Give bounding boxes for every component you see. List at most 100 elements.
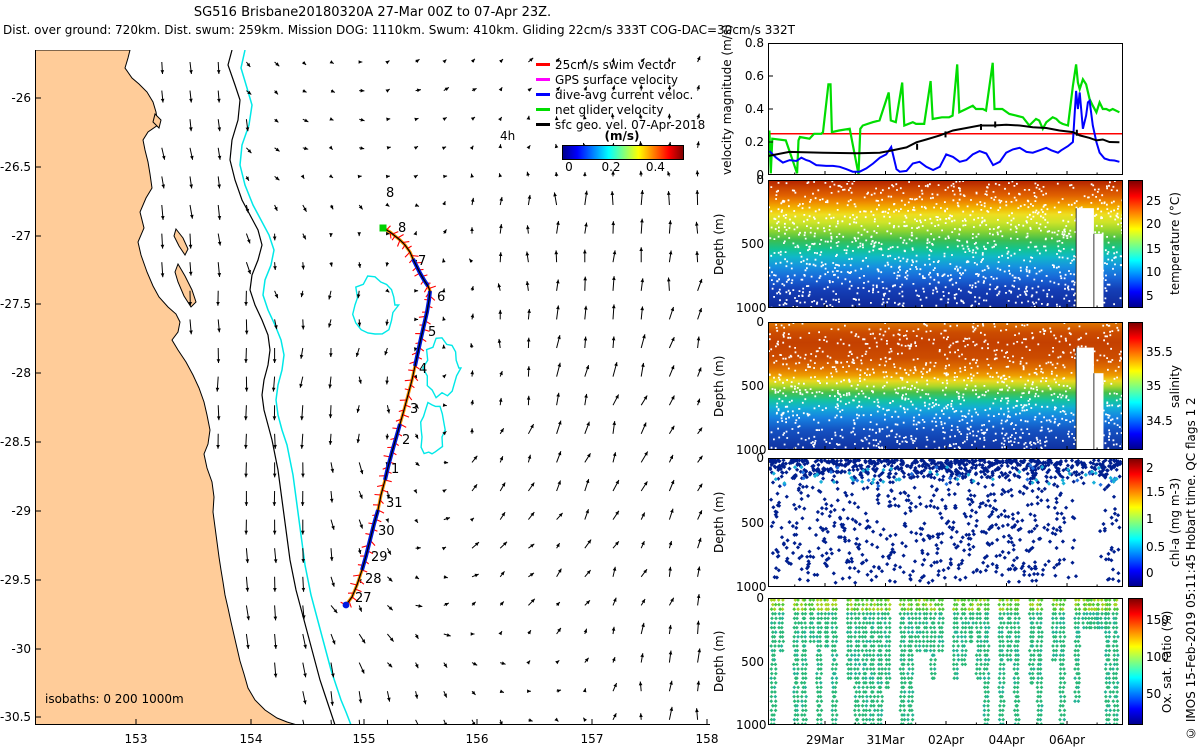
- legend-item: 25cm/s swim vector: [536, 57, 736, 72]
- page-title: SG516 Brisbane20180320A 27-Mar 00Z to 07…: [193, 5, 552, 20]
- depth-tick-label: 1000: [736, 301, 767, 315]
- waypoint-label: 2: [402, 433, 410, 448]
- map-legend: 25cm/s swim vector GPS surface velocity di…: [500, 57, 736, 160]
- oxygen-colorbar-tick: 100: [1146, 650, 1169, 664]
- data-gap: [1076, 208, 1094, 308]
- depth-tick-label: 0: [756, 591, 764, 605]
- depth-tick-label: 500: [741, 654, 764, 669]
- isobath-1000m: [239, 50, 352, 725]
- mission-stats-subtitle: Dist. over ground: 720km. Dist. swum: 25…: [3, 23, 795, 37]
- legend-dash-icon: [536, 93, 550, 96]
- oxygen-colorbar: [1128, 598, 1143, 725]
- lat-tick-label: -27: [11, 229, 31, 243]
- data-gap: [1093, 233, 1104, 308]
- chl-colorbar-tick: 1.5: [1146, 485, 1166, 500]
- velocity-colorbar-tick: 0.4: [645, 160, 665, 174]
- velocity-tick-label: 0.6: [744, 69, 764, 83]
- chlorophyll-ylabel: Depth (m): [712, 491, 726, 554]
- velocity-colorbar-tick: 0: [565, 160, 573, 174]
- temperature-colorbar: [1128, 180, 1143, 308]
- waypoint-label: 27: [355, 591, 372, 606]
- velocity-colorbar-title: (m/s): [604, 129, 640, 143]
- date-tick-label: 29Mar: [806, 733, 844, 747]
- velocity-colorbar: [562, 145, 684, 160]
- imos-credit: © IMOS 15-Feb-2019 05:11:45 Hobart time.…: [1184, 397, 1198, 740]
- waypoint-label: 1: [391, 462, 399, 477]
- lat-tick-label: -29.5: [0, 573, 32, 587]
- date-tick-label: 04Apr: [988, 733, 1025, 747]
- velocity-ylabel: velocity magnitude (m/s): [720, 24, 734, 175]
- waypoint-label: 28: [365, 572, 382, 587]
- date-tick-label: 31Mar: [866, 733, 905, 747]
- velocity-tick-label: 0.4: [744, 102, 764, 116]
- depth-tick-label: 500: [741, 379, 764, 393]
- temperature-section-colorbar-tick: 10: [1146, 265, 1162, 280]
- depth-tick-label: 0: [756, 315, 764, 329]
- waypoint-label: 5: [428, 325, 436, 340]
- legend-dash-icon: [536, 108, 550, 111]
- lat-tick-label: -30.5: [0, 710, 32, 724]
- salinity-section-colorbar-tick: 35.5: [1146, 345, 1173, 360]
- velocity-panel: [768, 43, 1123, 175]
- lat-tick-label: -26.5: [0, 160, 32, 174]
- chlorophyll-colorbar: [1128, 458, 1143, 587]
- legend-item-label: dive-avg current veloc.: [555, 87, 694, 102]
- velocity-tick-label: 0.2: [744, 135, 764, 149]
- chl-scatter-low: [768, 458, 1123, 585]
- data-gap: [1093, 373, 1104, 450]
- salinity-colorbar: [1128, 322, 1143, 450]
- oxygen-colorbar-tick: 150: [1146, 612, 1169, 627]
- lon-tick-label: 154: [239, 732, 263, 746]
- salinity-section-colorbar-tick: 34.5: [1146, 414, 1173, 429]
- waypoint-label: 8: [398, 221, 406, 236]
- depth-tick-label: 0: [756, 173, 764, 187]
- waypoint-label: 8: [386, 186, 394, 201]
- legend-item: GPS surface velocity: [536, 72, 736, 87]
- temperature-section-colorbar-tick: 25: [1146, 193, 1162, 208]
- lon-tick-label: 153: [124, 732, 148, 746]
- lon-tick-label: 156: [465, 732, 489, 746]
- lat-tick-label: -26: [11, 91, 31, 105]
- waypoint-label: 31: [386, 496, 403, 511]
- chl-colorbar-tick: 0: [1146, 566, 1154, 581]
- waypoint-label: 30: [378, 524, 395, 539]
- legend-item-label: net glider velocity: [555, 102, 664, 117]
- legend-dash-icon: [536, 123, 550, 126]
- depth-tick-label: 1000: [736, 718, 767, 732]
- lat-tick-label: -28.5: [0, 435, 32, 449]
- lat-tick-label: -27.5: [0, 297, 32, 311]
- isobaths-note: isobaths: 0 200 1000m: [45, 692, 184, 706]
- chlorophyll-panel: [768, 458, 1123, 587]
- data-gap: [1076, 347, 1094, 450]
- chl-colorbar-tick: 2: [1146, 460, 1154, 475]
- temperature-section-colorbar-tick: 15: [1146, 241, 1162, 256]
- series-smoothed-cog: [768, 123, 1120, 157]
- depth-tick-label: 0: [756, 451, 764, 465]
- waypoint-label: 6: [437, 290, 445, 305]
- land-mass: [35, 50, 298, 725]
- chl-colorbar-tick: 1: [1146, 512, 1154, 527]
- lat-tick-label: -29: [11, 504, 31, 518]
- lon-tick-label: 155: [352, 732, 376, 746]
- legend-item: net glider velocity: [536, 102, 736, 117]
- legend-dash-icon: [536, 63, 550, 66]
- island: [173, 227, 189, 256]
- date-tick-label: 06Apr: [1049, 733, 1086, 747]
- temperature-panel: [768, 180, 1123, 308]
- legend-item-label: GPS surface velocity: [555, 72, 679, 87]
- temperature-section-field: [768, 180, 1123, 308]
- oxygen-ylabel: Depth (m): [712, 630, 726, 693]
- velocity-colorbar-tick: 0.2: [601, 160, 621, 174]
- salinity-section-field: [768, 322, 1123, 450]
- eddy-contour: [419, 401, 447, 455]
- waypoint-label: 4: [419, 362, 427, 377]
- legend-item: dive-avg current veloc.: [536, 87, 736, 102]
- depth-tick-label: 500: [741, 515, 764, 530]
- lon-tick-label: 158: [695, 732, 719, 746]
- arrow-interval-note: 4h: [500, 129, 516, 143]
- waypoint-label: 7: [418, 254, 426, 269]
- temperature-section-colorbar-tick: 5: [1146, 288, 1154, 303]
- island: [174, 262, 197, 308]
- lon-tick-label: 157: [580, 732, 604, 746]
- oxygen-panel: [768, 598, 1123, 725]
